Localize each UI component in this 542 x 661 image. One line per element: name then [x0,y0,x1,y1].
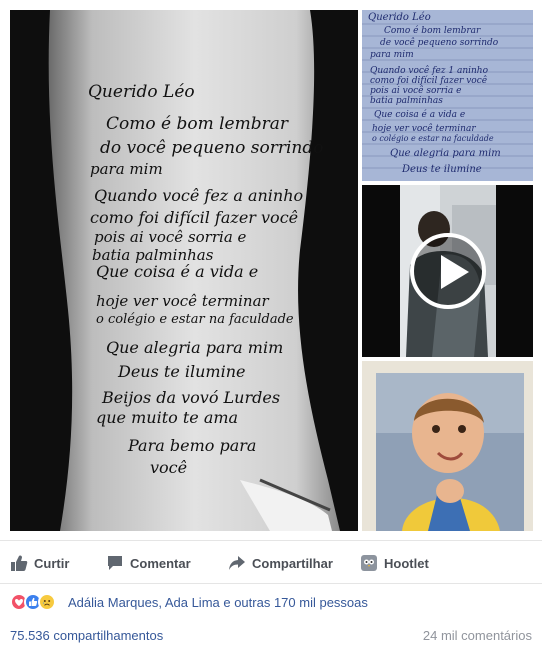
like-button[interactable]: Curtir [10,552,69,574]
video-thumbnail[interactable] [362,185,533,357]
tattoo-line: Deus te ilumine [118,362,246,381]
letter-photo[interactable]: Querido Léo Como é bom lembrar de você p… [362,10,533,181]
letter-line: Que coisa é a vida e [374,110,466,120]
tattoo-line: Quando você fez a aninho [94,186,304,205]
media-grid: Querido Léo Como é bom lembrar do você p… [0,0,542,540]
tattoo-line: pois ai você sorria e [94,228,247,246]
letter-line: batia palminhas [370,96,443,106]
letter-line: hoje ver você terminar [372,124,476,134]
letter-line: como foi difícil fazer você [370,76,488,86]
tattoo-line: que muito te ama [96,408,239,427]
comment-icon [108,556,122,570]
letter-line: para mim [370,50,414,60]
letter-line: o colégio e estar na faculdade [372,134,494,143]
tattoo-line: o colégio e estar na faculdade [96,312,294,327]
tattoo-line: hoje ver você terminar [96,292,269,310]
thumbs-up-icon [11,555,28,571]
letter-line: Que alegria para mim [390,148,501,159]
tattoo-line: Querido Léo [88,82,195,102]
share-label: Compartilhar [252,555,333,571]
hootlet-button[interactable]: Hootlet [360,552,429,574]
letter-line: de você pequeno sorrindo [380,38,499,48]
reaction-icons [10,592,64,612]
letter-line: pois ai você sorria e [370,86,462,96]
letter-line: Querido Léo [368,12,431,23]
tattoo-line: como foi difícil fazer você [90,208,299,227]
facebook-post: Querido Léo Como é bom lembrar do você p… [0,0,542,661]
share-arrow-icon [229,556,245,570]
sad-icon [38,593,56,611]
owl-icon [361,555,377,571]
like-label: Curtir [34,555,70,571]
share-button[interactable]: Compartilhar [228,552,333,574]
shares-count[interactable]: 75.536 compartilhamentos [10,628,163,643]
reactions-text[interactable]: Adália Marques, Ada Lima e outras 170 mi… [68,595,368,610]
action-bar: Curtir Comentar Compartilhar Hootlet [0,540,542,584]
tattoo-line: Que coisa é a vida e [96,262,259,281]
play-button[interactable] [409,233,486,309]
reactions-summary[interactable]: Adália Marques, Ada Lima e outras 170 mi… [10,591,368,613]
hootlet-label: Hootlet [384,555,429,571]
comment-button[interactable]: Comentar [106,552,191,574]
baby-photo[interactable] [362,361,533,531]
post-stats: 75.536 compartilhamentos 24 mil comentár… [10,626,532,646]
letter-line: Deus te ilumine [402,164,482,175]
tattoo-line: Como é bom lembrar [106,114,288,134]
tattoo-photo[interactable]: Querido Léo Como é bom lembrar do você p… [10,10,358,531]
tattoo-line: do você pequeno sorrindo [100,138,324,158]
baby-photo-illustration [362,361,533,531]
letter-line: Como é bom lembrar [384,26,481,36]
tattoo-line: Para bemo para [128,436,257,455]
letter-line: Quando você fez 1 aninho [370,66,489,76]
tattoo-line: você [150,458,188,477]
tattoo-line: para mim [90,160,163,178]
comment-label: Comentar [130,555,191,571]
play-icon [440,255,469,289]
tattoo-line: Que alegria para mim [106,338,284,357]
tattoo-line: Beijos da vovó Lurdes [102,388,281,407]
comments-count[interactable]: 24 mil comentários [423,628,532,643]
